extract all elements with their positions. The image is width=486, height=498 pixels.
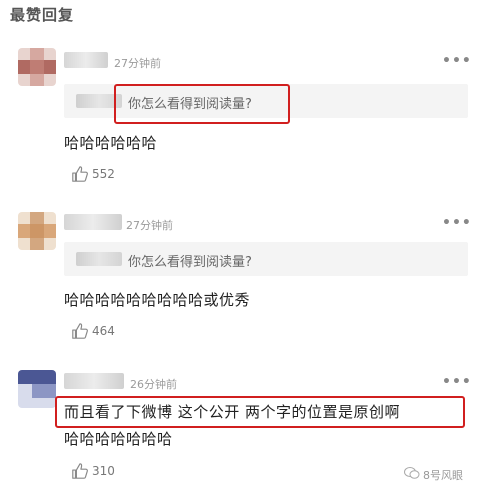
avatar[interactable] xyxy=(18,48,56,86)
like-count: 310 xyxy=(92,464,115,478)
quoted-text: 你怎么看得到阅读量? xyxy=(128,97,252,112)
comment-text-line2: 哈哈哈哈哈哈哈 xyxy=(64,430,173,448)
comment-text: 哈哈哈哈哈哈 xyxy=(64,134,158,152)
watermark-text: 8号风眼 xyxy=(423,469,463,482)
avatar[interactable] xyxy=(18,212,56,250)
comment-time: 26分钟前 xyxy=(130,378,177,391)
username-blurred[interactable] xyxy=(64,373,124,389)
username-blurred[interactable] xyxy=(64,214,122,230)
more-options-icon[interactable]: ••• xyxy=(442,53,472,69)
quoted-text: 你怎么看得到阅读量? xyxy=(128,255,252,270)
thumbs-up-icon[interactable] xyxy=(71,462,89,480)
username-blurred[interactable] xyxy=(64,52,108,68)
comment-time: 27分钟前 xyxy=(126,219,173,232)
thumbs-up-icon[interactable] xyxy=(71,165,89,183)
thumbs-up-icon[interactable] xyxy=(71,322,89,340)
more-options-icon[interactable]: ••• xyxy=(442,215,472,231)
wechat-logo-icon xyxy=(404,467,420,479)
like-count: 464 xyxy=(92,324,115,338)
quoted-username-blurred xyxy=(76,252,122,266)
like-count: 552 xyxy=(92,167,115,181)
comment-text: 哈哈哈哈哈哈哈哈哈或优秀 xyxy=(64,291,251,309)
more-options-icon[interactable]: ••• xyxy=(442,374,472,390)
section-title: 最赞回复 xyxy=(10,6,75,24)
quoted-reply xyxy=(64,242,468,276)
comment-text: 而且看了下微博 这个公开 两个字的位置是原创啊 xyxy=(64,403,401,421)
avatar[interactable] xyxy=(18,370,56,408)
comment-time: 27分钟前 xyxy=(114,57,161,70)
